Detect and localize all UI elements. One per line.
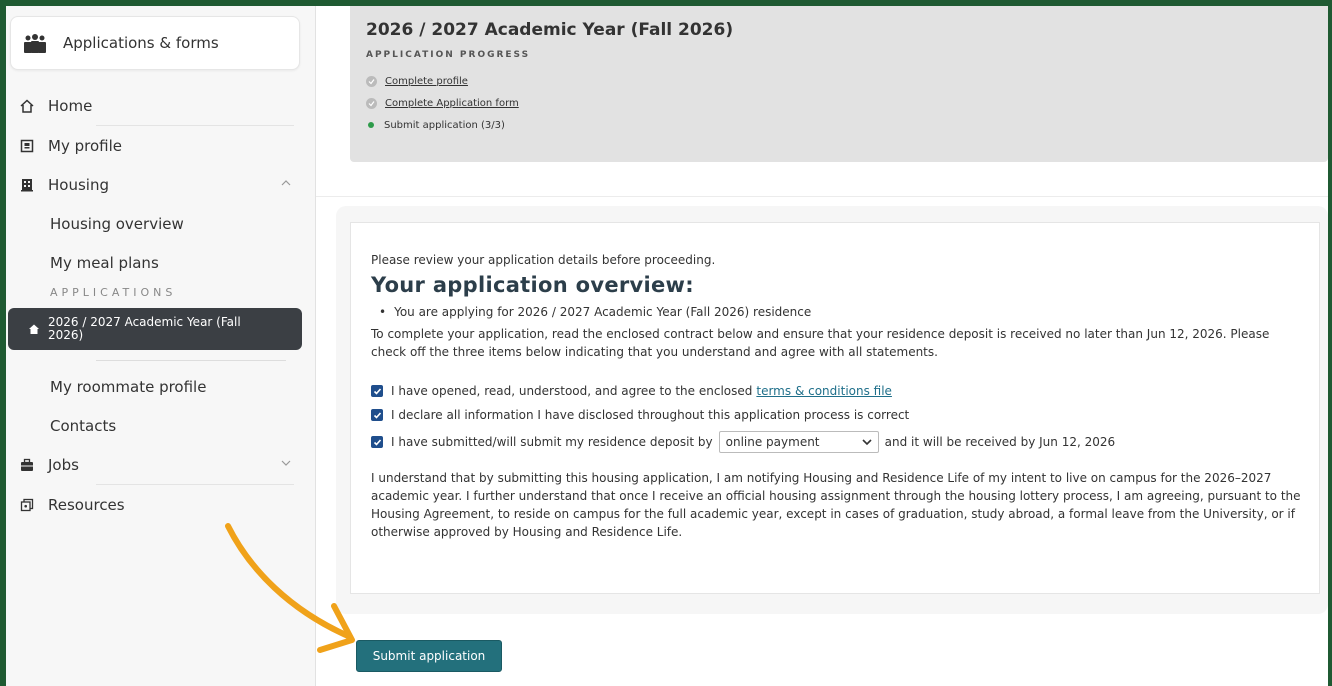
- page-title: 2026 / 2027 Academic Year (Fall 2026): [366, 20, 734, 40]
- sidebar-item-label: Home: [48, 96, 93, 115]
- application-overview: Please review your application details b…: [350, 222, 1320, 594]
- submit-application-button[interactable]: Submit application: [356, 640, 502, 672]
- profile-card-icon: [20, 139, 34, 153]
- terms-conditions-link[interactable]: terms & conditions file: [756, 384, 892, 398]
- applications-section-label: APPLICATIONS: [50, 285, 177, 299]
- progress-label: APPLICATION PROGRESS: [366, 50, 531, 60]
- sidebar-item-label: Contacts: [50, 416, 117, 435]
- app-frame: Applications & forms Home My profile Hou…: [6, 6, 1328, 686]
- sidebar-item-label: My profile: [48, 136, 122, 155]
- declare-checkbox-label: I declare all information I have disclos…: [391, 408, 910, 422]
- housing-statement: I understand that by submitting this hou…: [371, 471, 1301, 539]
- terms-checkbox[interactable]: [371, 385, 383, 397]
- payment-method-select[interactable]: online payment: [718, 431, 879, 453]
- check-circle-icon: [366, 75, 377, 87]
- list-item: You are applying for 2026 / 2027 Academi…: [371, 305, 1301, 319]
- sidebar-item-home[interactable]: Home: [6, 86, 306, 125]
- sidebar-item-label: My meal plans: [50, 253, 159, 272]
- divider: [316, 196, 1328, 197]
- app-title: Applications & forms: [63, 34, 219, 52]
- overview-list: You are applying for 2026 / 2027 Academi…: [371, 305, 1301, 319]
- overview-heading: Your application overview:: [371, 273, 694, 297]
- sidebar-item-label: 2026 / 2027 Academic Year (Fall 2026): [48, 315, 241, 342]
- instructions-text: To complete your application, read the e…: [371, 327, 1270, 359]
- sidebar-item-resources[interactable]: Resources: [6, 485, 306, 524]
- people-icon: [24, 34, 46, 53]
- sidebar-item-label: Housing overview: [50, 214, 184, 233]
- applications-forms-header[interactable]: Applications & forms: [10, 16, 300, 70]
- payment-method-value: online payment: [725, 435, 820, 449]
- sidebar-item-label: Resources: [48, 495, 125, 514]
- review-intro: Please review your application details b…: [371, 253, 716, 267]
- agreement-declare-row: I declare all information I have disclos…: [371, 403, 1301, 427]
- active-dot-icon: [368, 122, 374, 128]
- progress-step-link[interactable]: Complete profile: [385, 76, 468, 87]
- sidebar-item-label: Jobs: [48, 455, 79, 474]
- deposit-checkbox-label-suffix: and it will be received by Jun 12, 2026: [884, 435, 1116, 449]
- progress-step-label: Submit application (3/3): [384, 119, 505, 131]
- deposit-checkbox-label: I have submitted/will submit my residenc…: [391, 435, 713, 449]
- deposit-checkbox[interactable]: [371, 436, 383, 448]
- progress-step-link[interactable]: Complete Application form: [385, 98, 519, 109]
- chevron-up-icon[interactable]: [280, 177, 292, 189]
- progress-step-submit: Submit application (3/3): [366, 114, 1328, 136]
- chevron-down-icon[interactable]: [280, 457, 292, 469]
- main-content: 2026 / 2027 Academic Year (Fall 2026) AP…: [316, 6, 1328, 686]
- home-icon: [20, 98, 34, 113]
- sidebar-item-my-meal-plans[interactable]: My meal plans: [6, 243, 306, 282]
- check-circle-icon: [366, 97, 377, 109]
- sidebar-item-label: My roommate profile: [50, 377, 207, 396]
- application-progress-card: 2026 / 2027 Academic Year (Fall 2026) AP…: [350, 6, 1328, 162]
- sidebar-item-active-application[interactable]: 2026 / 2027 Academic Year (Fall 2026): [8, 308, 302, 350]
- progress-step-complete-form[interactable]: Complete Application form: [366, 92, 1328, 114]
- declare-checkbox[interactable]: [371, 409, 383, 421]
- agreement-terms-row: I have opened, read, understood, and agr…: [371, 379, 1301, 403]
- sidebar-nav: Home My profile Housing Housing overview: [6, 86, 306, 524]
- sidebar-item-contacts[interactable]: Contacts: [6, 406, 306, 445]
- agreement-deposit-row: I have submitted/will submit my residenc…: [371, 427, 1301, 457]
- resources-icon: [20, 498, 34, 512]
- sidebar-item-housing-overview[interactable]: Housing overview: [6, 204, 306, 243]
- building-icon: [20, 178, 34, 192]
- sidebar-item-my-roommate-profile[interactable]: My roommate profile: [6, 367, 306, 406]
- terms-checkbox-label: I have opened, read, understood, and agr…: [391, 384, 753, 398]
- divider: [96, 360, 286, 361]
- home-filled-icon: [29, 324, 39, 334]
- briefcase-icon: [20, 458, 34, 472]
- sidebar-item-my-profile[interactable]: My profile: [6, 126, 306, 165]
- sidebar-item-label: Housing: [48, 175, 109, 194]
- sidebar-item-housing[interactable]: Housing: [6, 165, 306, 204]
- sidebar: Applications & forms Home My profile Hou…: [6, 6, 316, 686]
- progress-step-complete-profile[interactable]: Complete profile: [366, 70, 1328, 92]
- chevron-down-icon: [862, 439, 872, 446]
- sidebar-item-jobs[interactable]: Jobs: [6, 445, 306, 484]
